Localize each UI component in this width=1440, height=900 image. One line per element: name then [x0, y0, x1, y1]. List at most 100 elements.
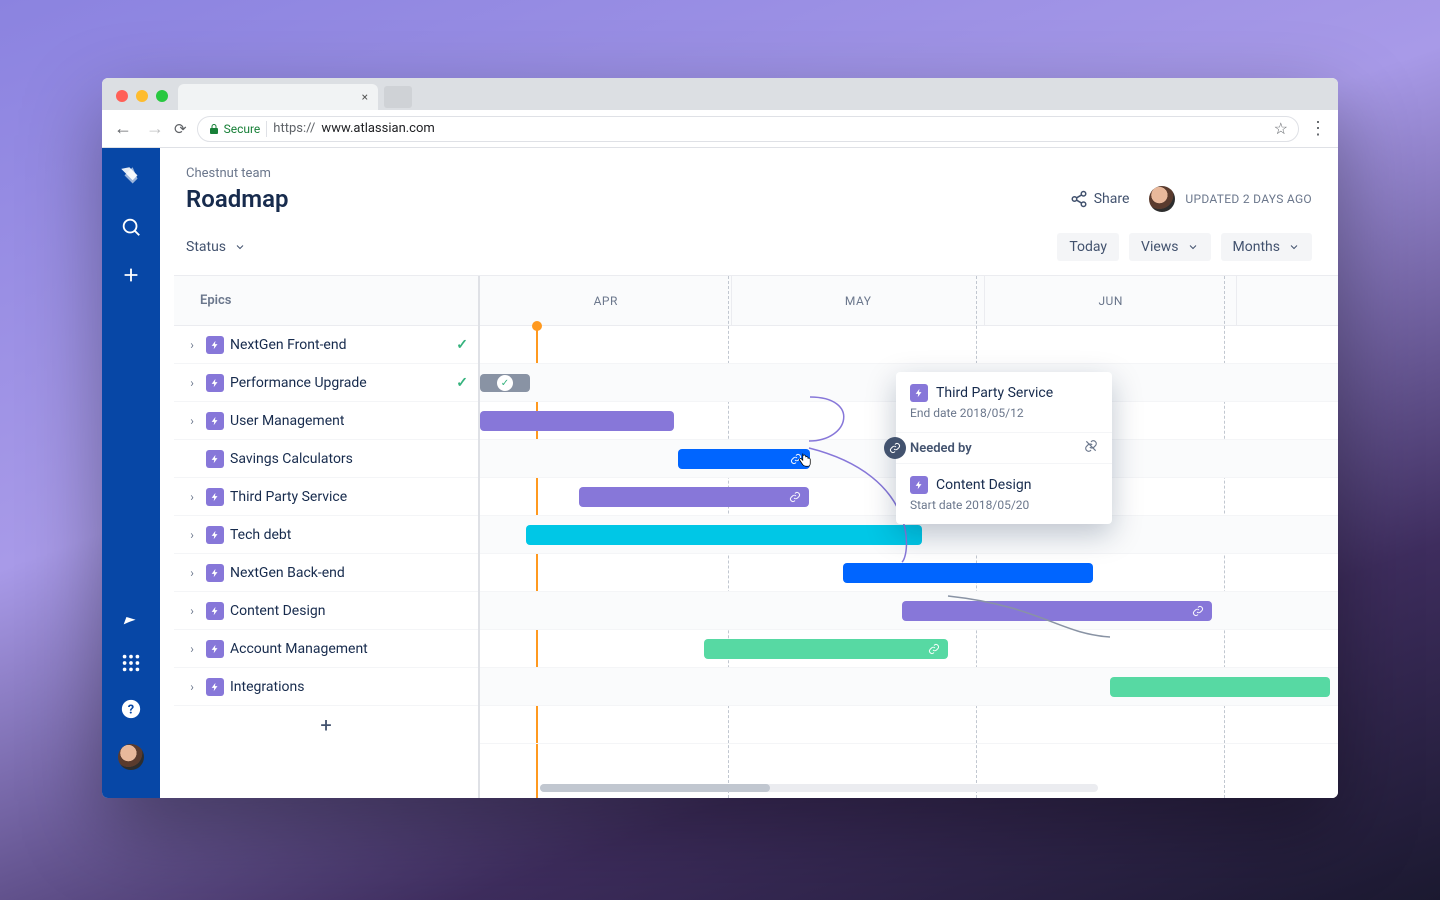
unlink-icon[interactable]	[1084, 439, 1098, 457]
month-header: MAY	[732, 276, 984, 325]
epic-row[interactable]: › Integrations	[174, 668, 478, 706]
help-icon[interactable]: ?	[120, 698, 142, 724]
updated-label: UPDATED 2 DAYS AGO	[1185, 192, 1312, 206]
epic-type-icon	[206, 526, 224, 544]
epic-name: Tech debt	[230, 527, 291, 543]
address-bar[interactable]: Secure https://www.atlassian.com ☆	[197, 116, 1299, 142]
views-label: Views	[1141, 239, 1179, 255]
product-logo-icon[interactable]	[118, 164, 144, 194]
link-icon[interactable]	[1192, 602, 1204, 621]
today-button[interactable]: Today	[1057, 233, 1119, 261]
browser-tab[interactable]: ×	[178, 84, 378, 110]
epic-row[interactable]: › Third Party Service	[174, 478, 478, 516]
view-toolbar: Status Today Views Months	[160, 223, 1338, 275]
timeline-lane	[480, 554, 1338, 592]
popover-source-subtitle: End date 2018/05/12	[910, 406, 1098, 420]
link-icon[interactable]	[928, 640, 940, 659]
reload-icon[interactable]: ⟳	[174, 120, 187, 138]
add-epic-button[interactable]: +	[174, 706, 478, 744]
share-icon	[1070, 190, 1088, 208]
link-icon[interactable]	[789, 488, 801, 507]
epic-row[interactable]: › Performance Upgrade ✓	[174, 364, 478, 402]
timeline-bar[interactable]	[678, 449, 810, 469]
expand-chevron-icon[interactable]: ›	[184, 376, 200, 390]
chevron-down-icon	[1187, 241, 1199, 253]
epic-row[interactable]: Savings Calculators	[174, 440, 478, 478]
page-header: Chestnut team Roadmap Share UPDATED 2 DA…	[160, 148, 1338, 223]
timeline-bar[interactable]: ✓	[480, 374, 530, 392]
browser-menu-icon[interactable]: ⋮	[1309, 118, 1326, 139]
tab-close-icon[interactable]: ×	[362, 90, 368, 104]
expand-chevron-icon[interactable]: ›	[184, 490, 200, 504]
scrollbar-thumb[interactable]	[540, 784, 770, 792]
horizontal-scrollbar[interactable]	[540, 784, 1098, 792]
expand-chevron-icon[interactable]: ›	[184, 566, 200, 580]
timeline-bar[interactable]	[902, 601, 1212, 621]
expand-chevron-icon[interactable]: ›	[184, 528, 200, 542]
author-avatar[interactable]	[1149, 186, 1175, 212]
epic-name: Performance Upgrade	[230, 375, 367, 391]
new-tab-button[interactable]	[384, 86, 412, 108]
epic-row[interactable]: ›Content Design	[174, 592, 478, 630]
scale-dropdown[interactable]: Months	[1221, 233, 1312, 261]
epics-header: Epics	[174, 276, 478, 326]
popover-source-title[interactable]: Third Party Service	[936, 385, 1053, 401]
minimize-window-icon[interactable]	[136, 90, 148, 102]
page-title: Roadmap	[186, 185, 288, 213]
timeline-bar[interactable]	[1110, 677, 1330, 697]
timeline-lane	[480, 592, 1338, 630]
back-icon[interactable]: ←	[114, 118, 132, 139]
epic-row[interactable]: ›Account Management	[174, 630, 478, 668]
expand-chevron-icon[interactable]: ›	[184, 680, 200, 694]
timeline-bar[interactable]	[843, 563, 1093, 583]
expand-chevron-icon[interactable]: ›	[184, 642, 200, 656]
epic-name: Savings Calculators	[230, 451, 353, 467]
notifications-icon[interactable]	[120, 606, 142, 632]
epic-name: Third Party Service	[230, 489, 347, 505]
epic-name: Integrations	[230, 679, 304, 695]
timeline-bar[interactable]	[579, 487, 809, 507]
bookmark-star-icon[interactable]: ☆	[1274, 119, 1288, 138]
status-filter-dropdown[interactable]: Status	[186, 239, 246, 255]
epic-row[interactable]: ›User Management	[174, 402, 478, 440]
close-window-icon[interactable]	[116, 90, 128, 102]
app-switcher-icon[interactable]	[120, 652, 142, 678]
epic-row[interactable]: › Tech debt	[174, 516, 478, 554]
epic-type-icon	[206, 564, 224, 582]
popover-target-title[interactable]: Content Design	[936, 477, 1031, 493]
search-icon[interactable]	[120, 216, 142, 242]
roadmap-grid: Epics › NextGen Front-end ✓ › Performance Up…	[174, 275, 1338, 798]
timeline-months-header: APRMAYJUN	[480, 276, 1338, 326]
expand-chevron-icon[interactable]: ›	[184, 414, 200, 428]
done-check-icon: ✓	[456, 375, 468, 391]
chevron-down-icon	[234, 241, 246, 253]
timeline-lane	[480, 706, 1338, 744]
lock-icon	[208, 123, 220, 135]
timeline-bar[interactable]	[526, 525, 922, 545]
timeline-bar[interactable]	[704, 639, 948, 659]
share-button[interactable]: Share	[1070, 190, 1130, 208]
epic-type-icon	[206, 450, 224, 468]
create-icon[interactable]	[120, 264, 142, 290]
epic-type-icon	[910, 384, 928, 402]
status-label: Status	[186, 239, 226, 255]
window-controls[interactable]	[116, 90, 168, 102]
maximize-window-icon[interactable]	[156, 90, 168, 102]
today-label: Today	[1069, 239, 1107, 255]
profile-avatar[interactable]	[118, 744, 144, 770]
expand-chevron-icon[interactable]: ›	[184, 338, 200, 352]
views-dropdown[interactable]: Views	[1129, 233, 1211, 261]
epic-type-icon	[206, 488, 224, 506]
browser-tab-strip: ×	[102, 78, 1338, 110]
epic-row[interactable]: ›NextGen Back-end	[174, 554, 478, 592]
epic-type-icon	[206, 336, 224, 354]
popover-target-subtitle: Start date 2018/05/20	[910, 498, 1098, 512]
epic-row[interactable]: ›NextGen Front-end✓	[174, 326, 478, 364]
timeline-lane	[480, 630, 1338, 668]
expand-chevron-icon[interactable]: ›	[184, 604, 200, 618]
breadcrumb[interactable]: Chestnut team	[186, 166, 1312, 181]
forward-icon[interactable]: →	[146, 118, 164, 139]
timeline-bar[interactable]	[480, 411, 674, 431]
epic-name: NextGen Front-end	[230, 337, 346, 353]
timeline-area[interactable]: APRMAYJUN ✓	[480, 276, 1338, 798]
